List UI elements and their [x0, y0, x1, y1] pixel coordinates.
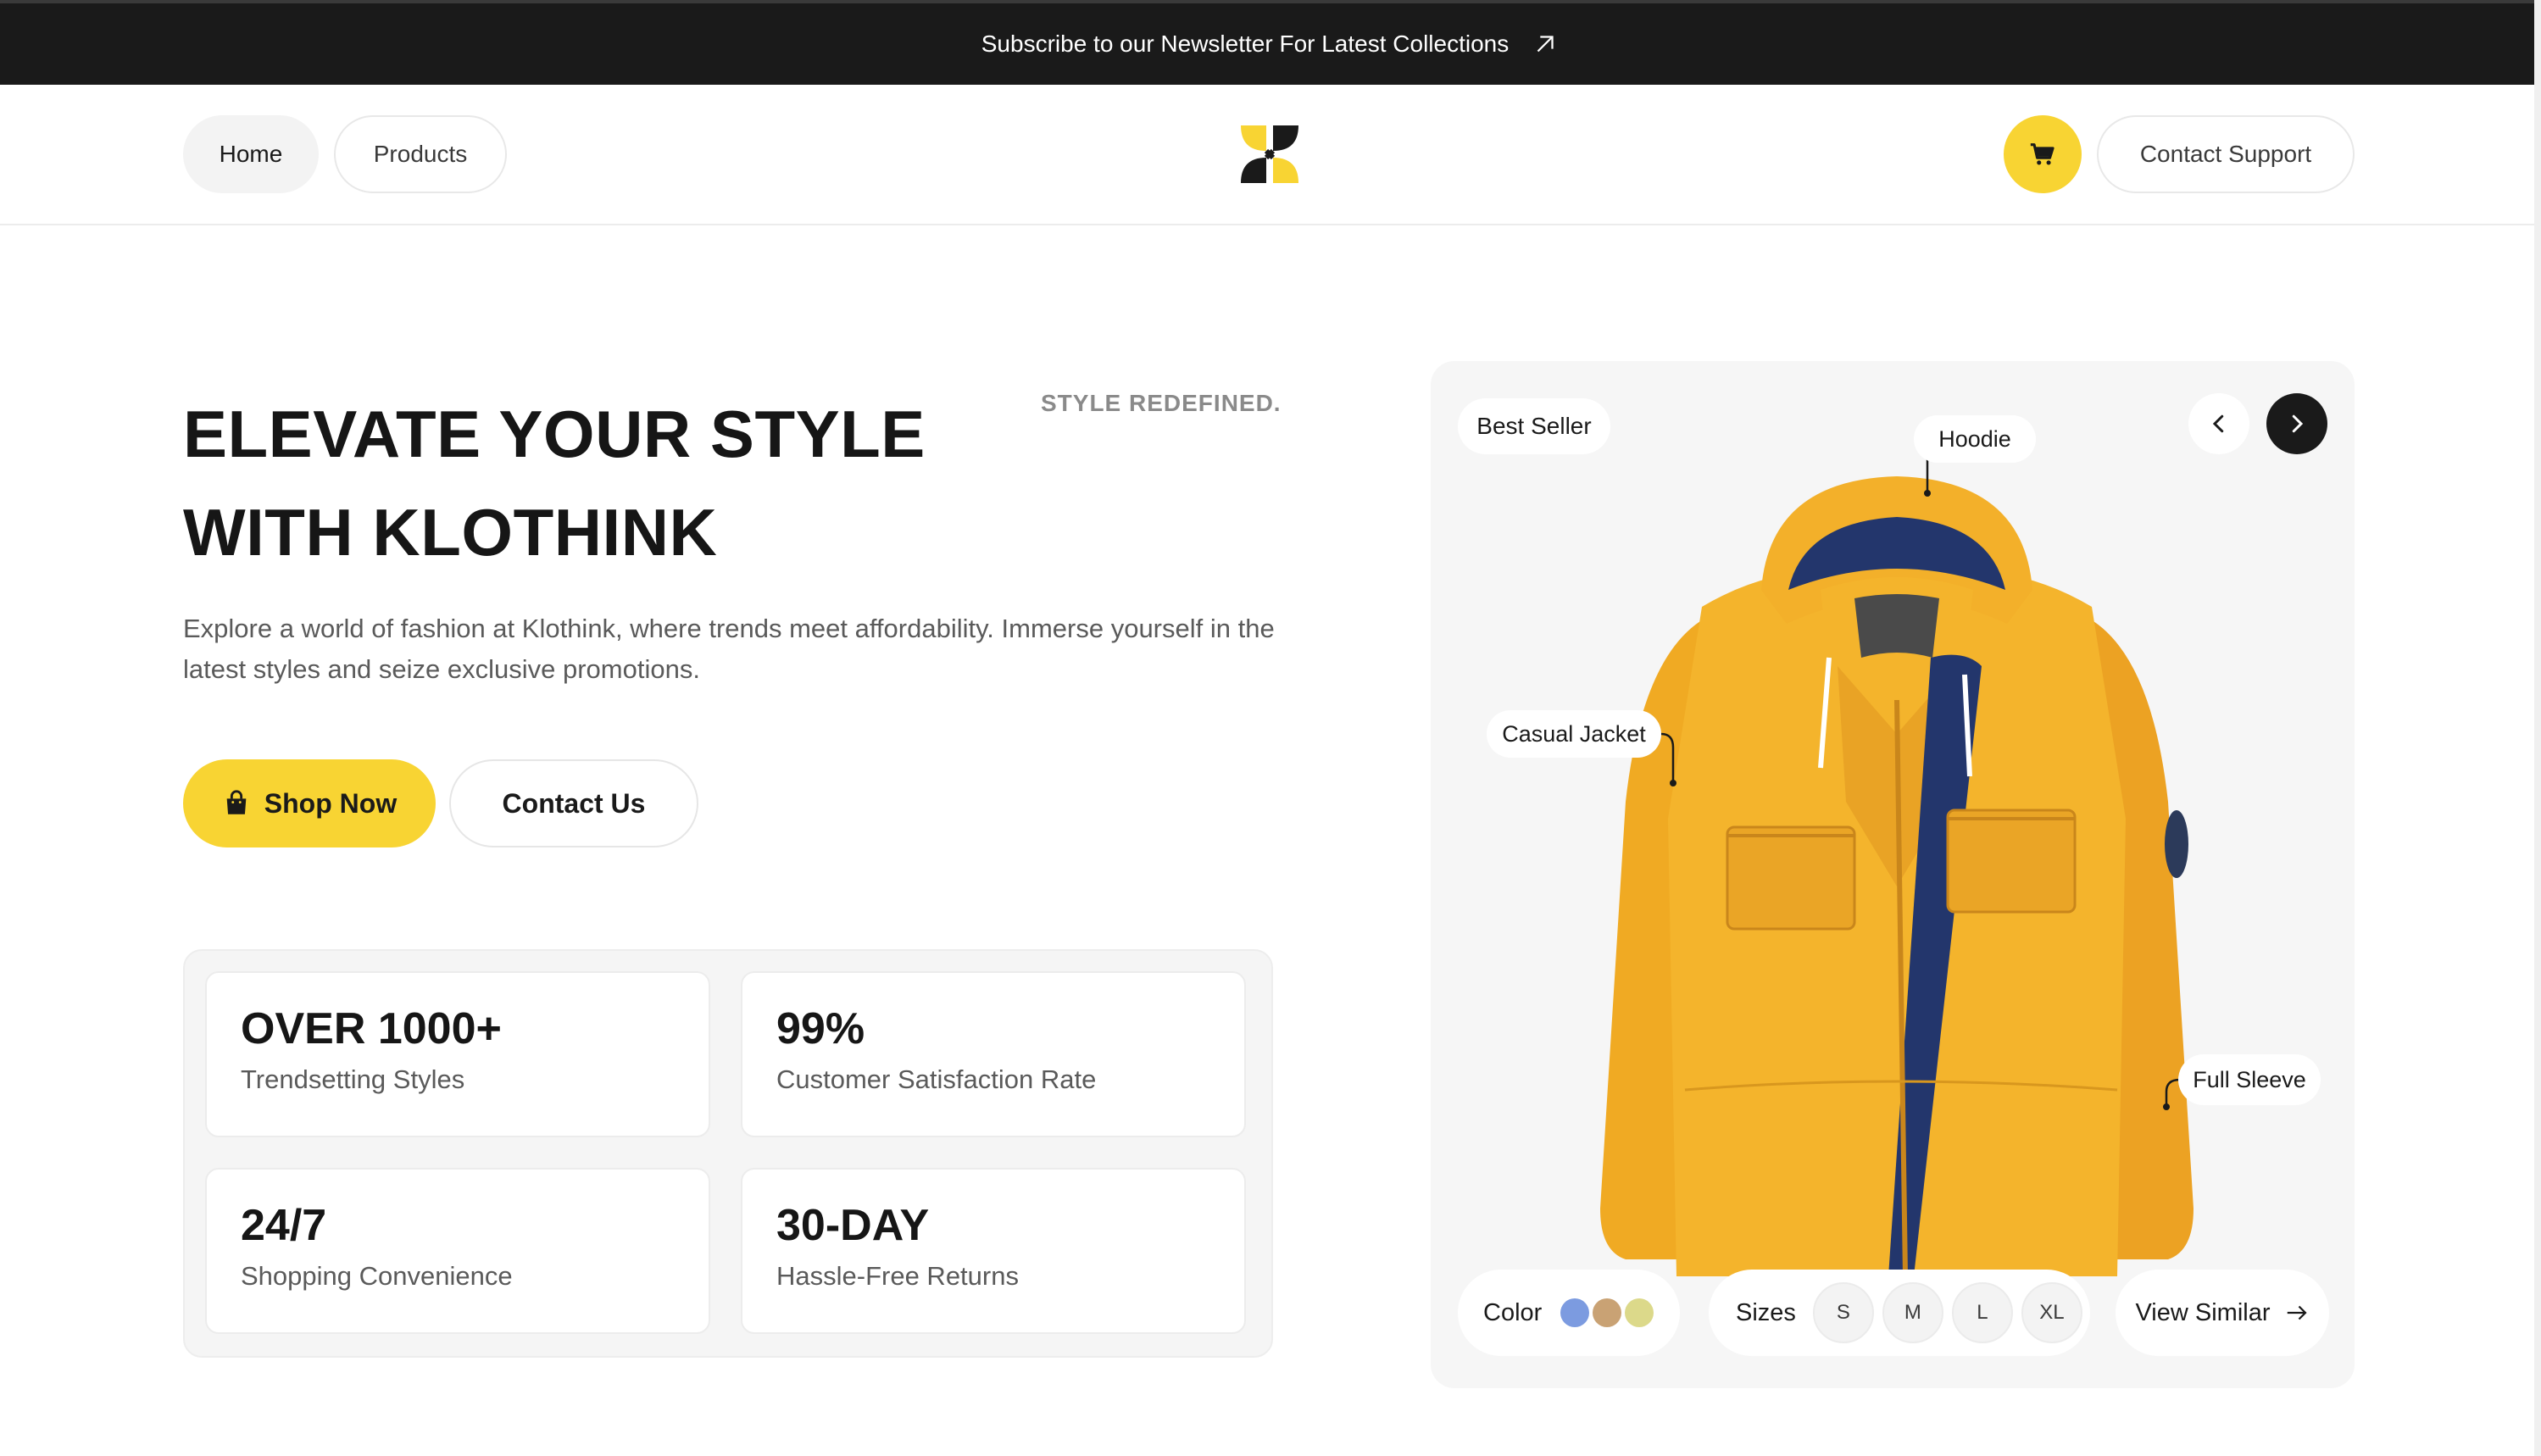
stat-label: Customer Satisfaction Rate	[776, 1064, 1097, 1094]
color-swatch-tan[interactable]	[1593, 1298, 1622, 1327]
nav-home[interactable]: Home	[183, 115, 319, 193]
previous-button[interactable]	[2188, 393, 2249, 454]
stat-value: OVER 1000+	[241, 1004, 502, 1053]
chevron-right-icon	[2292, 414, 2304, 433]
size-option-m[interactable]: M	[1882, 1282, 1943, 1343]
arrow-up-right-icon	[1537, 36, 1554, 53]
cart-button[interactable]	[2004, 115, 2082, 193]
stat-card: OVER 1000+ Trendsetting Styles	[205, 971, 710, 1137]
nav-products[interactable]: Products	[334, 115, 507, 193]
klothink-logo[interactable]	[1241, 125, 1298, 183]
callout-full-sleeve: Full Sleeve	[2178, 1054, 2321, 1105]
size-option-s[interactable]: S	[1812, 1282, 1874, 1343]
size-option-xl[interactable]: XL	[2021, 1282, 2082, 1343]
best-seller-badge: Best Seller	[1458, 398, 1610, 454]
shop-now-label: Shop Now	[264, 787, 398, 819]
stat-card: 30-DAY Hassle-Free Returns	[741, 1168, 1246, 1334]
color-selector: Color	[1458, 1270, 1680, 1356]
stat-label: Shopping Convenience	[241, 1261, 513, 1291]
arrow-right-icon	[2287, 1305, 2307, 1320]
hero-title: ELEVATE YOUR STYLE WITH KLOTHINK	[183, 397, 926, 570]
stats-panel: OVER 1000+ Trendsetting Styles 99% Custo…	[183, 949, 1273, 1358]
stat-card: 99% Customer Satisfaction Rate	[741, 971, 1246, 1137]
shop-now-button[interactable]: Shop Now	[183, 759, 436, 847]
jacket-image[interactable]	[1566, 446, 2227, 1310]
stat-label: Trendsetting Styles	[241, 1064, 465, 1094]
window-edge	[2534, 0, 2541, 1456]
size-option-l[interactable]: L	[1951, 1282, 2013, 1343]
stat-label: Hassle-Free Returns	[776, 1261, 1019, 1291]
callout-hoodie: Hoodie	[1914, 415, 2036, 463]
stat-card: 24/7 Shopping Convenience	[205, 1168, 710, 1334]
view-similar-label: View Similar	[2135, 1298, 2271, 1326]
stat-value: 30-DAY	[776, 1201, 930, 1250]
site-header: Home Products Contact Support	[0, 85, 2541, 225]
view-similar-button[interactable]: View Similar	[2116, 1270, 2329, 1356]
callout-casual-jacket: Casual Jacket	[1487, 710, 1661, 758]
sizes-label: Sizes	[1736, 1298, 1796, 1326]
hero-tagline: STYLE REDEFINED.	[1041, 390, 1282, 416]
next-button[interactable]	[2266, 393, 2327, 454]
color-swatches	[1560, 1298, 1654, 1327]
stat-value: 24/7	[241, 1201, 327, 1250]
size-selector: Sizes S M L XL	[1709, 1270, 2090, 1356]
hero-description: Explore a world of fashion at Klothink, …	[183, 614, 1275, 684]
shopping-bag-icon	[226, 790, 247, 814]
cart-icon	[2030, 143, 2054, 165]
contact-support-button[interactable]: Contact Support	[2097, 115, 2355, 193]
announcement-text[interactable]: Subscribe to our Newsletter For Latest C…	[981, 31, 1510, 58]
color-label: Color	[1483, 1298, 1543, 1326]
color-swatch-lime[interactable]	[1625, 1298, 1654, 1327]
chevron-left-icon	[2212, 414, 2224, 433]
contact-us-button[interactable]: Contact Us	[449, 759, 698, 847]
product-card: Best Seller Hoodie Casual Jacket Full Sl…	[1431, 361, 2355, 1388]
page: Subscribe to our Newsletter For Latest C…	[0, 0, 2541, 1456]
announcement-bar[interactable]: Subscribe to our Newsletter For Latest C…	[0, 0, 2541, 85]
color-swatch-blue[interactable]	[1560, 1298, 1590, 1327]
stat-value: 99%	[776, 1004, 865, 1053]
